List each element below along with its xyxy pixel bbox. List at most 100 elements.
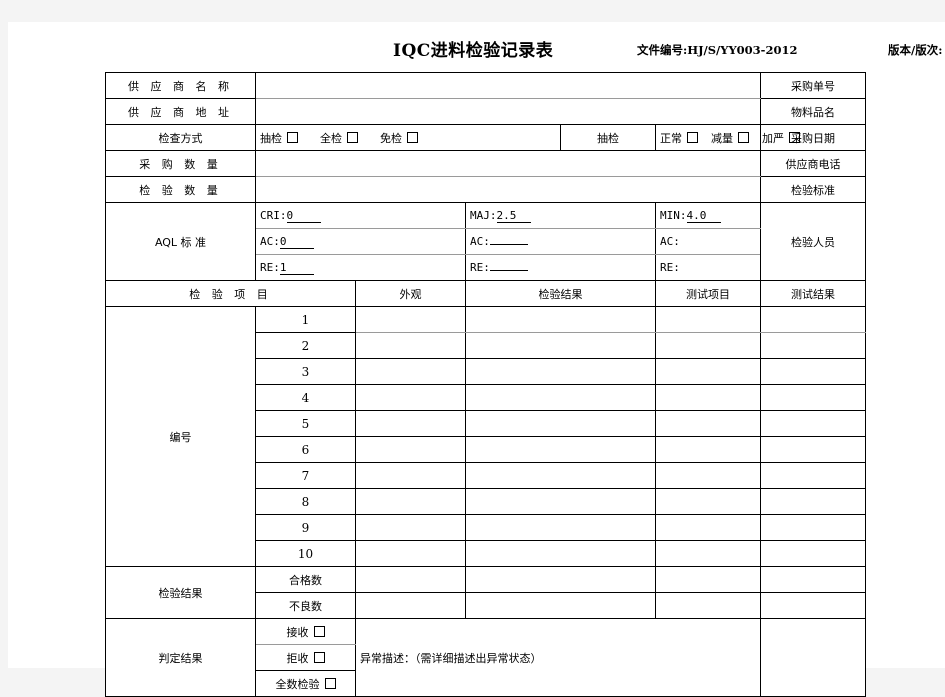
method-option-sampling[interactable]: 抽检 <box>260 130 298 146</box>
cell-inspect-result[interactable] <box>465 488 656 515</box>
cell-fail-test-item[interactable] <box>654 592 762 619</box>
cell-test-item[interactable] <box>654 358 762 385</box>
document-version: 版本/版次: <box>888 43 943 57</box>
serial-number: 1 <box>255 306 356 333</box>
field-inspect-qty[interactable] <box>254 176 762 203</box>
checkbox-icon[interactable] <box>687 131 698 143</box>
cell-fail-result[interactable] <box>465 592 656 619</box>
cell-fail-test-result[interactable] <box>760 592 867 619</box>
checkbox-icon[interactable] <box>313 625 325 637</box>
cell-pass-result[interactable] <box>465 566 656 593</box>
sampling-option-reduced-label: 减量 <box>711 131 733 145</box>
checkbox-icon[interactable] <box>347 131 358 143</box>
cell-test-item[interactable] <box>654 514 762 541</box>
cell-test-result[interactable] <box>760 514 867 541</box>
document-header: IQC进料检验记录表 文件编号:HJ/S/YY003-2012 版本/版次: <box>8 36 945 70</box>
serial-number: 5 <box>255 410 356 437</box>
aql-ac-maj[interactable]: AC: <box>465 228 656 255</box>
cell-test-result[interactable] <box>760 410 867 437</box>
judgement-option-accept[interactable]: 接收 <box>255 618 356 645</box>
checkbox-icon[interactable] <box>287 131 298 143</box>
aql-re-maj[interactable]: RE: <box>465 254 656 281</box>
cell-test-result[interactable] <box>760 488 867 515</box>
field-supplier-address[interactable] <box>254 98 762 125</box>
cell-test-item[interactable] <box>654 332 762 359</box>
checkbox-icon[interactable] <box>407 131 418 143</box>
field-supplier-name[interactable] <box>254 72 762 99</box>
aql-re-maj-value <box>489 270 528 271</box>
cell-appearance[interactable] <box>355 488 466 515</box>
page-title: IQC进料检验记录表 <box>393 41 554 61</box>
serial-number: 6 <box>255 436 356 463</box>
aql-cri-label: CRI: <box>260 208 287 222</box>
cell-inspect-result[interactable] <box>465 514 656 541</box>
cell-test-item[interactable] <box>654 540 762 567</box>
cell-appearance[interactable] <box>355 306 466 333</box>
aql-min-value: 4.0 <box>686 209 721 223</box>
cell-inspect-result[interactable] <box>465 306 656 333</box>
checkbox-icon[interactable] <box>324 677 336 689</box>
label-sampling: 抽检 <box>560 124 656 151</box>
cell-test-item[interactable] <box>654 436 762 463</box>
cell-test-result[interactable] <box>760 358 867 385</box>
method-option-full[interactable]: 全检 <box>320 130 358 146</box>
cell-judgement-extra[interactable] <box>760 618 867 697</box>
cell-test-result[interactable] <box>760 436 867 463</box>
cell-appearance[interactable] <box>355 410 466 437</box>
checkbox-icon[interactable] <box>313 651 325 663</box>
checkbox-icon[interactable] <box>738 131 749 143</box>
cell-test-item[interactable] <box>654 488 762 515</box>
label-inspect-qty: 检 验 数 量 <box>105 176 256 203</box>
aql-ac-min[interactable]: AC: <box>654 228 762 255</box>
table-row: 检验结果 合格数 <box>105 566 867 619</box>
cell-inspect-result[interactable] <box>465 540 656 567</box>
serial-number: 2 <box>255 332 356 359</box>
cell-inspect-result[interactable] <box>465 462 656 489</box>
cell-fail-appearance[interactable] <box>355 592 466 619</box>
cell-test-item[interactable] <box>654 410 762 437</box>
header-inspect-item: 检 验 项 目 <box>105 280 356 307</box>
judgement-option-full-inspection-label: 全数检验 <box>275 677 320 691</box>
cell-inspect-result[interactable] <box>465 410 656 437</box>
cell-test-result[interactable] <box>760 540 867 567</box>
cell-test-result[interactable] <box>760 384 867 411</box>
cell-test-item[interactable] <box>654 384 762 411</box>
aql-min[interactable]: MIN:4.0 <box>654 202 762 229</box>
cell-appearance[interactable] <box>355 358 466 385</box>
cell-test-result[interactable] <box>760 462 867 489</box>
cell-appearance[interactable] <box>355 462 466 489</box>
cell-test-item[interactable] <box>654 306 762 333</box>
cell-appearance[interactable] <box>355 384 466 411</box>
field-purchase-qty[interactable] <box>254 150 762 177</box>
abnormal-description[interactable]: 异常描述：（需详细描述出异常状态） <box>354 618 762 697</box>
cell-test-item[interactable] <box>654 462 762 489</box>
aql-ac-maj-value <box>489 244 528 245</box>
cell-appearance[interactable] <box>355 436 466 463</box>
cell-pass-test-item[interactable] <box>654 566 762 593</box>
aql-re-min[interactable]: RE: <box>654 254 762 281</box>
method-option-exempt-label: 免检 <box>380 131 402 145</box>
sampling-option-reduced[interactable]: 减量 <box>711 130 749 146</box>
cell-appearance[interactable] <box>355 332 466 359</box>
cell-inspect-result[interactable] <box>465 358 656 385</box>
aql-maj[interactable]: MAJ:2.5 <box>465 202 656 229</box>
cell-inspect-result[interactable] <box>465 332 656 359</box>
cell-inspect-result[interactable] <box>465 436 656 463</box>
cell-appearance[interactable] <box>355 540 466 567</box>
sampling-option-normal-label: 正常 <box>660 131 682 145</box>
field-sampling-options: 正常 减量 加严 <box>654 124 800 151</box>
sampling-option-normal[interactable]: 正常 <box>660 130 698 146</box>
cell-appearance[interactable] <box>355 514 466 541</box>
aql-re-cri[interactable]: RE:1 <box>255 254 466 281</box>
cell-test-result[interactable] <box>760 332 867 359</box>
aql-ac-cri[interactable]: AC:0 <box>255 228 466 255</box>
cell-inspect-result[interactable] <box>465 384 656 411</box>
method-option-exempt[interactable]: 免检 <box>380 130 418 146</box>
cell-test-result[interactable] <box>760 306 867 333</box>
cell-pass-appearance[interactable] <box>355 566 466 593</box>
table-row: 编号 1 <box>105 306 867 567</box>
judgement-option-full-inspection[interactable]: 全数检验 <box>255 670 356 697</box>
judgement-option-reject[interactable]: 拒收 <box>255 644 356 671</box>
cell-pass-test-result[interactable] <box>760 566 867 593</box>
aql-cri[interactable]: CRI:0 <box>255 202 466 229</box>
